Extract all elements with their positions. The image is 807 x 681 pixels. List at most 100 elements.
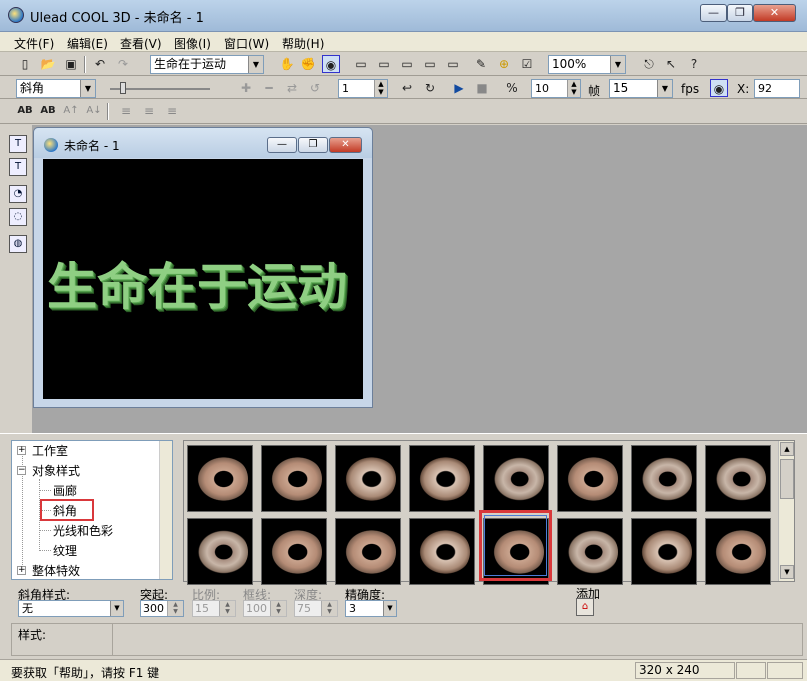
tree-item-studio[interactable]: 工作室 — [32, 442, 68, 459]
bevel-thumbnail[interactable] — [335, 445, 401, 512]
stop-icon[interactable]: ■ — [473, 79, 491, 97]
minimize-button[interactable]: — — [700, 4, 727, 22]
chevron-down-icon[interactable]: ▼ — [248, 56, 263, 73]
rotate-hand-icon[interactable]: ✊ — [299, 55, 317, 73]
render-canvas[interactable]: 生命在于运动 — [43, 159, 363, 399]
menu-file[interactable]: 文件(F) — [14, 35, 54, 52]
text-style-ab2-button[interactable]: AB — [39, 102, 57, 120]
scroll-down-icon[interactable]: ▼ — [780, 565, 794, 579]
bevel-thumbnail[interactable] — [261, 518, 327, 585]
spin-arrows-icon[interactable]: ▲ ▼ — [167, 601, 183, 616]
spin-arrows-icon[interactable]: ▲ ▼ — [270, 601, 286, 616]
bevel-thumbnail[interactable] — [631, 445, 697, 512]
bevel-thumbnail[interactable] — [557, 518, 623, 585]
checkbox-tool-icon[interactable]: ☑ — [518, 55, 536, 73]
timeline-slider[interactable] — [110, 82, 210, 94]
export-icon[interactable]: ⎋ — [640, 55, 658, 73]
maximize-button[interactable]: ❐ — [727, 4, 753, 22]
tree-item-gallery[interactable]: 画廊 — [53, 482, 77, 499]
chevron-down-icon[interactable]: ▼ — [610, 56, 625, 73]
chevron-down-icon[interactable]: ▼ — [80, 80, 95, 97]
spin-arrows-icon[interactable]: ▲ ▼ — [567, 80, 580, 97]
undo-icon[interactable]: ↶ — [91, 55, 109, 73]
frame-count-spinner[interactable]: 10 ▲ ▼ — [531, 79, 581, 98]
document-maximize-button[interactable]: ❐ — [298, 137, 328, 153]
bevel-thumbnail[interactable] — [187, 518, 253, 585]
menu-help[interactable]: 帮助(H) — [282, 35, 324, 52]
attribute-combo[interactable]: 斜角 ▼ — [16, 79, 96, 98]
globe-icon[interactable]: ⊕ — [495, 55, 513, 73]
fps-combo[interactable]: 15 ▼ — [609, 79, 673, 98]
chevron-down-icon[interactable]: ▼ — [657, 80, 672, 97]
play-icon[interactable]: ▶ — [450, 79, 468, 97]
align-left-icon[interactable]: ≡ — [117, 102, 135, 120]
tree-scrollbar[interactable] — [159, 441, 172, 579]
zoom-combo[interactable]: 100% ▼ — [548, 55, 626, 74]
new-file-icon[interactable]: ▯ — [16, 55, 34, 73]
pointer-icon[interactable]: ↖ — [662, 55, 680, 73]
document-minimize-button[interactable]: — — [267, 137, 297, 153]
object-tool-icon[interactable]: ✎ — [472, 55, 490, 73]
geometry-icon[interactable]: ◍ — [9, 235, 27, 253]
menu-window[interactable]: 窗口(W) — [224, 35, 269, 52]
view-bottom-icon[interactable]: ▭ — [444, 55, 462, 73]
hand-move-icon[interactable]: ✋ — [278, 55, 296, 73]
close-button[interactable]: ✕ — [753, 4, 796, 22]
border-spinner[interactable]: 100 ▲ ▼ — [243, 600, 287, 617]
tree-item-texture[interactable]: 纹理 — [53, 542, 77, 559]
bevel-thumbnail[interactable] — [705, 445, 771, 512]
scale-spinner[interactable]: 15 ▲ ▼ — [192, 600, 236, 617]
select-object-icon[interactable]: ◌ — [9, 208, 27, 226]
open-folder-icon[interactable]: 📂 — [39, 55, 57, 73]
redo-icon[interactable]: ↷ — [114, 55, 132, 73]
bevel-thumbnail[interactable] — [335, 518, 401, 585]
menu-view[interactable]: 查看(V) — [120, 35, 162, 52]
view-top-icon[interactable]: ▭ — [375, 55, 393, 73]
expand-icon[interactable]: + — [17, 446, 26, 455]
align-center-icon[interactable]: ≡ — [140, 102, 158, 120]
spin-arrows-icon[interactable]: ▲ ▼ — [219, 601, 235, 616]
menu-image[interactable]: 图像(I) — [174, 35, 211, 52]
view-back-icon[interactable]: ▭ — [421, 55, 439, 73]
reverse-keyframe-icon[interactable]: ⇄ — [283, 79, 301, 97]
fit-view-icon[interactable]: ◉ — [322, 55, 340, 73]
save-icon[interactable]: ▣ — [62, 55, 80, 73]
text-size-down-button[interactable]: A↓ — [85, 102, 103, 120]
insert-text-icon[interactable]: T — [9, 135, 27, 153]
bevel-thumbnail[interactable] — [557, 445, 623, 512]
remove-keyframe-icon[interactable]: ━ — [260, 79, 278, 97]
insert-object-icon[interactable]: ◔ — [9, 185, 27, 203]
current-frame-spinner[interactable]: 1 ▲ ▼ — [338, 79, 388, 98]
text-object-combo[interactable]: 生命在于运动 ▼ — [150, 55, 264, 74]
add-to-gallery-icon[interactable]: ⌂ — [576, 598, 594, 616]
position-icon[interactable]: ◉ — [710, 79, 728, 97]
expand-icon[interactable]: + — [17, 566, 26, 575]
extrude-spinner[interactable]: 300 ▲ ▼ — [140, 600, 184, 617]
help-pointer-icon[interactable]: ? — [685, 55, 703, 73]
bevel-thumbnail[interactable] — [631, 518, 697, 585]
chevron-down-icon[interactable]: ▼ — [383, 601, 396, 616]
menu-edit[interactable]: 编辑(E) — [67, 35, 108, 52]
percent-icon[interactable]: % — [503, 79, 521, 97]
tree-item-object-style[interactable]: 对象样式 — [32, 462, 80, 479]
gallery-scrollbar[interactable]: ▲ ▼ — [778, 441, 794, 581]
document-close-button[interactable]: ✕ — [329, 137, 362, 153]
x-position-spinner[interactable]: 92 — [754, 79, 800, 98]
loop-icon[interactable]: ↺ — [306, 79, 324, 97]
bevel-style-combo[interactable]: 无 ▼ — [18, 600, 124, 617]
bevel-thumbnail[interactable] — [187, 445, 253, 512]
view-side-icon[interactable]: ▭ — [398, 55, 416, 73]
pingpong-icon[interactable]: ↻ — [421, 79, 439, 97]
loop-mode-icon[interactable]: ↩ — [398, 79, 416, 97]
chevron-down-icon[interactable]: ▼ — [110, 601, 123, 616]
tree-item-global-effects[interactable]: 整体特效 — [32, 562, 80, 579]
align-right-icon[interactable]: ≡ — [163, 102, 181, 120]
bevel-thumbnail[interactable] — [261, 445, 327, 512]
depth-spinner[interactable]: 75 ▲ ▼ — [294, 600, 338, 617]
canvas-3d-text[interactable]: 生命在于运动 — [47, 247, 363, 319]
spin-arrows-icon[interactable]: ▲ ▼ — [321, 601, 337, 616]
collapse-icon[interactable]: − — [17, 466, 26, 475]
add-keyframe-icon[interactable]: ✚ — [237, 79, 255, 97]
scroll-up-icon[interactable]: ▲ — [780, 442, 794, 456]
view-front-icon[interactable]: ▭ — [352, 55, 370, 73]
